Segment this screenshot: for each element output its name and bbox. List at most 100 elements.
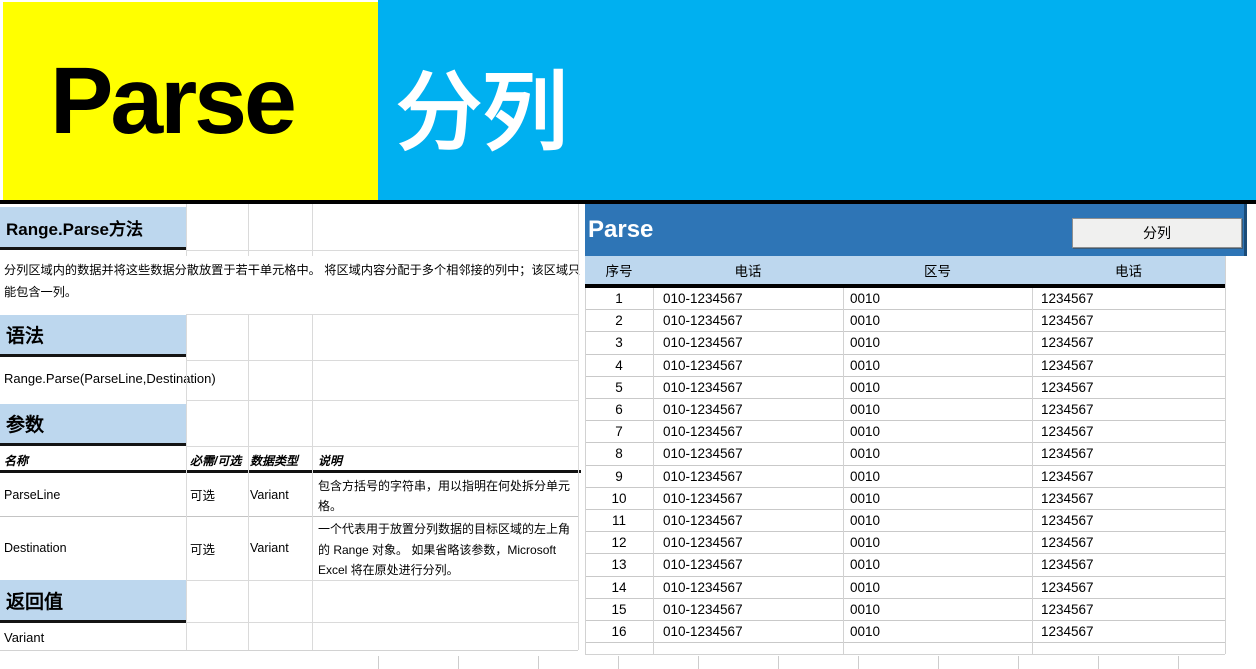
gridline-tick [698,656,699,669]
cell-number[interactable]: 1234567 [1032,377,1225,398]
cell-area-code[interactable]: 0010 [843,466,1032,487]
gridline [248,314,249,650]
gridline-tick [858,656,859,669]
table-row: 15010-123456700101234567 [585,599,1225,621]
cell-index[interactable]: 16 [585,621,653,642]
cell-area-code[interactable]: 0010 [843,310,1032,331]
cell-index[interactable]: 4 [585,355,653,376]
cell-area-code[interactable]: 0010 [843,621,1032,642]
gridline [585,288,586,654]
gridline [312,314,313,650]
cell-phone[interactable]: 010-1234567 [653,355,843,376]
gridline [186,446,578,447]
cell-index[interactable]: 15 [585,599,653,620]
table-row: 9010-123456700101234567 [585,466,1225,488]
cell-area-code[interactable]: 0010 [843,399,1032,420]
cell-area-code[interactable]: 0010 [843,377,1032,398]
cell-phone[interactable]: 010-1234567 [653,577,843,598]
gridline [653,288,654,654]
table-row: 5010-123456700101234567 [585,377,1225,399]
cell-area-code[interactable]: 0010 [843,488,1032,509]
split-columns-button[interactable]: 分列 [1072,218,1242,248]
cell-number[interactable]: 1234567 [1032,554,1225,575]
cell-phone[interactable]: 010-1234567 [653,510,843,531]
cell-number[interactable]: 1234567 [1032,355,1225,376]
cell-number[interactable]: 1234567 [1032,466,1225,487]
cell-phone[interactable]: 010-1234567 [653,310,843,331]
cell-area-code[interactable]: 0010 [843,332,1032,353]
cell-area-code[interactable]: 0010 [843,554,1032,575]
cell-index[interactable]: 11 [585,510,653,531]
cell-phone[interactable]: 010-1234567 [653,488,843,509]
cell-index[interactable]: 10 [585,488,653,509]
return-value: Variant [4,630,44,645]
cell-index[interactable]: 8 [585,443,653,464]
cell-index[interactable]: 6 [585,399,653,420]
cell-index[interactable]: 9 [585,466,653,487]
cell-index[interactable]: 13 [585,554,653,575]
cell-number[interactable]: 1234567 [1032,488,1225,509]
param-col-header-desc: 说明 [318,452,342,469]
cell-phone[interactable]: 010-1234567 [653,288,843,309]
cell-phone[interactable]: 010-1234567 [653,399,843,420]
cell-number[interactable]: 1234567 [1032,443,1225,464]
cell-phone[interactable]: 010-1234567 [653,377,843,398]
cell-number[interactable]: 1234567 [1032,510,1225,531]
cell-index[interactable]: 5 [585,377,653,398]
cell-number[interactable]: 1234567 [1032,399,1225,420]
table-row: 3010-123456700101234567 [585,332,1225,354]
cell-area-code[interactable]: 0010 [843,599,1032,620]
section-heading-syntax: 语法 [0,315,186,357]
cell-phone[interactable]: 010-1234567 [653,532,843,553]
cell-index[interactable]: 12 [585,532,653,553]
cell-index[interactable]: 2 [585,310,653,331]
param-col-header-name: 名称 [4,452,28,469]
cell-number[interactable]: 1234567 [1032,532,1225,553]
gridline [1032,288,1033,654]
cell-area-code[interactable]: 0010 [843,510,1032,531]
banner-title-latin: Parse [50,30,370,172]
cell-phone[interactable]: 010-1234567 [653,466,843,487]
column-header-area: 区号 [843,256,1032,284]
cell-area-code[interactable]: 0010 [843,532,1032,553]
cell-number[interactable]: 1234567 [1032,332,1225,353]
table-row: 12010-123456700101234567 [585,532,1225,554]
cell-phone[interactable]: 010-1234567 [653,599,843,620]
cell-index[interactable]: 1 [585,288,653,309]
gridline [186,250,578,251]
cell-number[interactable]: 1234567 [1032,621,1225,642]
cell-phone[interactable]: 010-1234567 [653,621,843,642]
cell-phone[interactable]: 010-1234567 [653,421,843,442]
demo-title-bar-edge [1244,204,1247,256]
table-row: 7010-123456700101234567 [585,421,1225,443]
demo-table-header: 序号 电话 区号 电话 [585,256,1225,284]
cell-number[interactable]: 1234567 [1032,288,1225,309]
param-col-header-type: 数据类型 [250,452,298,469]
table-row: 16010-123456700101234567 [585,621,1225,643]
cell-number[interactable]: 1234567 [1032,310,1225,331]
cell-number[interactable]: 1234567 [1032,577,1225,598]
gridline [1225,256,1226,654]
cell-index[interactable]: 3 [585,332,653,353]
cell-number[interactable]: 1234567 [1032,599,1225,620]
cell-area-code[interactable]: 0010 [843,421,1032,442]
cell-phone[interactable]: 010-1234567 [653,554,843,575]
gridline [843,288,844,654]
table-row: 6010-123456700101234567 [585,399,1225,421]
param-name: ParseLine [4,473,184,516]
cell-index[interactable]: 14 [585,577,653,598]
gridline-tick [938,656,939,669]
gridline [186,314,187,650]
cell-phone[interactable]: 010-1234567 [653,332,843,353]
gridline-tick [1018,656,1019,669]
table-row: 8010-123456700101234567 [585,443,1225,465]
section-heading-params: 参数 [0,404,186,446]
cell-area-code[interactable]: 0010 [843,288,1032,309]
cell-area-code[interactable]: 0010 [843,355,1032,376]
cell-index[interactable]: 7 [585,421,653,442]
cell-area-code[interactable]: 0010 [843,577,1032,598]
cell-phone[interactable]: 010-1234567 [653,443,843,464]
cell-number[interactable]: 1234567 [1032,421,1225,442]
gridline [578,204,579,650]
cell-area-code[interactable]: 0010 [843,443,1032,464]
